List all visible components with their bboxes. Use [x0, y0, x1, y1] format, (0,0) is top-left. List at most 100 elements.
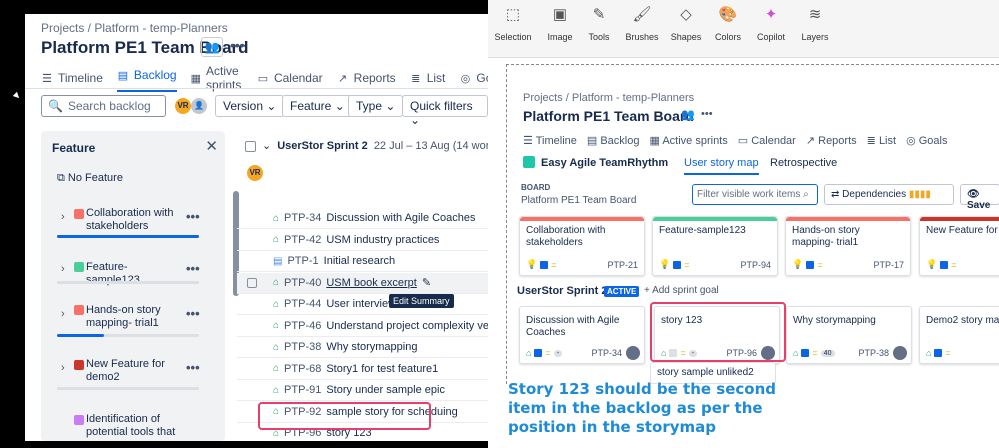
selection-tool[interactable]: ⬚ Selection	[492, 0, 534, 42]
layers-tool[interactable]: ≋ Layers	[796, 0, 834, 42]
tag-icon: ⧉	[57, 172, 68, 184]
tab-list[interactable]: ≣ List	[867, 134, 896, 147]
edit-icon[interactable]: ✎	[422, 276, 431, 289]
feature-item[interactable]: Collaboration with stakeholders	[86, 207, 181, 233]
chevron-right-icon[interactable]: ›	[61, 211, 65, 223]
assignee-avatar[interactable]	[626, 346, 640, 360]
search-input[interactable]: 🔍 Search backlog	[41, 95, 166, 117]
more-icon[interactable]: •••	[186, 360, 200, 375]
people-icon[interactable]: 👥	[681, 108, 695, 121]
priority-icon	[806, 260, 815, 269]
brushes-tool[interactable]: 🖌 Brushes	[622, 0, 662, 42]
story-icon: ⌂	[526, 348, 532, 358]
table-row[interactable]: ⌂ PTP-38 Why storymapping	[237, 337, 488, 358]
checkbox[interactable]	[247, 277, 257, 288]
avatar[interactable]: VR	[247, 165, 263, 181]
tab-user-story-map[interactable]: User story map	[684, 157, 759, 175]
card-footer: ⌂ =	[926, 348, 960, 358]
feature-color	[74, 415, 84, 425]
feature-card[interactable]: Collaboration with stakeholders 💡 = PTP-21	[519, 216, 645, 276]
feature-card[interactable]: Feature-sample123 💡 = PTP-94	[652, 216, 778, 276]
item-key[interactable]: PTP-34	[284, 212, 321, 224]
add-sprint-goal[interactable]: + Add sprint goal	[644, 285, 719, 296]
item-key[interactable]: PTP-46	[284, 320, 321, 332]
copilot-tool[interactable]: ✦ Copilot	[752, 0, 790, 42]
table-row[interactable]: ⌂ PTP-46 Understand project complexity ver…	[237, 316, 488, 337]
feature-item[interactable]: Hands-on story mapping- trial1	[86, 304, 181, 330]
chevron-right-icon[interactable]: ›	[61, 263, 65, 275]
breadcrumb[interactable]: Projects / Platform - temp-Planners	[41, 21, 228, 35]
assignee-avatar[interactable]	[893, 346, 907, 360]
colors-tool[interactable]: 🎨 Colors	[710, 0, 746, 42]
item-key[interactable]: PTP-1	[287, 255, 318, 267]
more-icon[interactable]: •••	[186, 306, 200, 321]
tab-calendar[interactable]: ▭ Calendar	[738, 134, 796, 147]
item-summary[interactable]: Initial research	[324, 255, 396, 267]
more-icon[interactable]: •••	[701, 108, 713, 120]
item-key[interactable]: PTP-68	[284, 363, 321, 375]
version-filter[interactable]: Version ⌄	[215, 95, 285, 117]
bulb-icon: 💡	[926, 259, 938, 269]
item-key[interactable]: PTP-40	[284, 277, 321, 289]
table-row[interactable]: ▤ PTP-1 Initial research	[237, 251, 488, 272]
feature-card[interactable]: New Feature for d 💡 =	[919, 216, 999, 276]
dependencies-button[interactable]: ⇄ Dependencies ▮▮▮▮	[824, 184, 954, 205]
avatar[interactable]: VR	[175, 98, 191, 114]
save-button[interactable]: 👁 Save	[960, 184, 999, 211]
more-icon[interactable]: •••	[230, 37, 245, 53]
chevron-down-icon[interactable]: ⌄	[262, 140, 271, 152]
breadcrumb[interactable]: Projects / Platform - temp-Planners	[523, 92, 694, 104]
item-summary[interactable]: Story1 for test feature1	[326, 363, 438, 375]
more-icon[interactable]: •••	[186, 209, 200, 224]
feature-card[interactable]: Hands-on story mapping- trial1 💡 = PTP-17	[785, 216, 911, 276]
story-card[interactable]: Discussion with Agile Coaches ⌂ = - PTP-34	[519, 306, 645, 364]
table-row[interactable]: ⌂ PTP-34 Discussion with Agile Coaches	[237, 208, 488, 229]
user-icon[interactable]: 👤	[191, 98, 207, 114]
people-icon[interactable]: 👥	[201, 37, 223, 57]
item-key[interactable]: PTP-38	[284, 341, 321, 353]
tab-reports[interactable]: ↗ Reports	[806, 134, 857, 147]
tab-retrospective[interactable]: Retrospective	[770, 157, 837, 169]
checkbox[interactable]	[245, 140, 256, 152]
item-summary[interactable]: Story under sample epic	[326, 384, 445, 396]
shapes-tool[interactable]: ◇ Shapes	[668, 0, 704, 42]
item-key[interactable]: PTP-91	[284, 384, 321, 396]
sprint-header[interactable]: ⌄ UserStor Sprint 2 22 Jul – 13 Aug (14 w…	[245, 139, 488, 152]
tools-tool[interactable]: ✎ Tools	[580, 0, 618, 42]
item-summary[interactable]: Why storymapping	[326, 341, 417, 353]
item-key[interactable]: PTP-42	[284, 234, 321, 246]
story-card[interactable]: Why storymapping ⌂ = 40 PTP-38	[786, 306, 912, 364]
item-summary[interactable]: Discussion with Agile Coaches	[326, 212, 475, 224]
story-card[interactable]: Demo2 story map ⌂ =	[919, 306, 999, 364]
feature-item[interactable]: Identification of potential tools that	[86, 413, 186, 441]
no-feature-item[interactable]: ⧉ No Feature	[57, 172, 123, 185]
item-summary[interactable]: USM industry practices	[326, 234, 439, 246]
item-key[interactable]: PTP-44	[284, 298, 321, 310]
priority-icon	[801, 349, 810, 357]
chevron-right-icon[interactable]: ›	[61, 308, 65, 320]
item-summary[interactable]: USM book excerpt	[326, 277, 416, 289]
filter-input[interactable]: Filter visible work items ⌕	[692, 184, 818, 205]
close-icon[interactable]: ✕	[205, 137, 218, 155]
item-summary[interactable]: Understand project complexity versus	[326, 320, 488, 332]
quick-filters[interactable]: Quick filters ⌄	[402, 95, 488, 127]
table-row[interactable]: ⌂ PTP-91 Story under sample epic	[237, 380, 488, 401]
more-icon[interactable]: •••	[186, 261, 200, 276]
story-icon: ⌂	[273, 277, 280, 288]
tab-goals[interactable]: ◎ Goals	[906, 134, 947, 147]
board-label: BOARD	[521, 183, 551, 192]
feature-filter[interactable]: Feature ⌄	[282, 95, 353, 117]
feature-item[interactable]: New Feature for demo2	[86, 358, 181, 384]
table-row[interactable]: ⌂ PTP-42 USM industry practices	[237, 230, 488, 251]
image-tool[interactable]: ▣ Image	[540, 0, 580, 42]
sprint-name: UserStor Sprint 2	[517, 285, 608, 297]
highlight-box	[258, 402, 431, 430]
table-row[interactable]: ⌂ PTP-68 Story1 for test feature1	[237, 359, 488, 380]
table-row[interactable]: ⌂ PTP-40 USM book excerpt ✎	[237, 272, 488, 294]
tab-timeline[interactable]: ☰ Timeline	[523, 134, 577, 147]
feature-color	[74, 262, 84, 272]
chevron-right-icon[interactable]: ›	[61, 362, 65, 374]
type-filter[interactable]: Type ⌄	[348, 95, 404, 117]
tab-active-sprints[interactable]: ▦ Active sprints	[649, 134, 727, 147]
tab-backlog[interactable]: ▤ Backlog	[587, 134, 640, 147]
